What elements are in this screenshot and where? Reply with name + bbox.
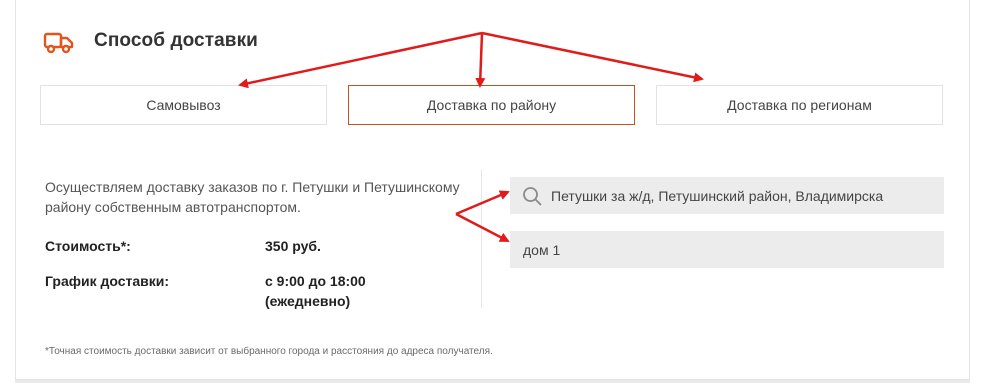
tab-regional-delivery[interactable]: Доставка по регионам xyxy=(656,85,943,125)
address-value: Петушки за ж/д, Петушинский район, Влади… xyxy=(551,187,884,204)
cost-value: 350 руб. xyxy=(265,238,321,254)
tab-district-delivery[interactable]: Доставка по району xyxy=(348,85,635,125)
footnote: *Точная стоимость доставки зависит от вы… xyxy=(45,346,493,357)
address-search-input[interactable]: Петушки за ж/д, Петушинский район, Влади… xyxy=(510,177,944,214)
house-value: дом 1 xyxy=(523,241,561,258)
search-icon xyxy=(523,186,542,205)
section-title: Способ доставки xyxy=(94,30,258,51)
house-number-input[interactable]: дом 1 xyxy=(510,231,944,268)
tab-pickup[interactable]: Самовывоз xyxy=(40,85,327,125)
section-header xyxy=(43,27,75,57)
schedule-label: График доставки: xyxy=(45,273,170,289)
truck-icon xyxy=(43,32,74,54)
column-divider xyxy=(481,170,482,308)
cost-label: Стоимость*: xyxy=(45,238,131,254)
schedule-value: с 9:00 до 18:00 (ежедневно) xyxy=(265,273,366,309)
card-bottom-divider xyxy=(15,380,970,383)
delivery-description: Осуществляем доставку заказов по г. Пету… xyxy=(45,179,460,215)
